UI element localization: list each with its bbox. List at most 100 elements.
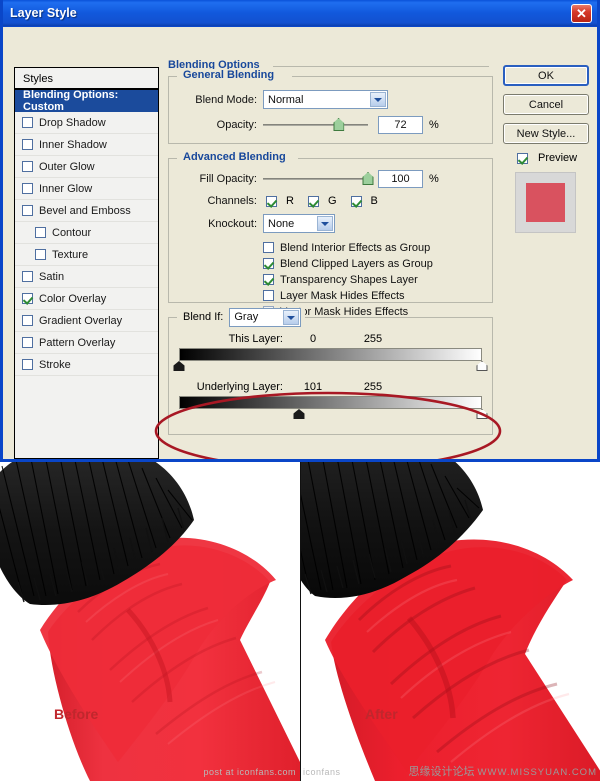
sidebar-item-texture[interactable]: Texture — [15, 244, 158, 266]
sidebar-item-color-overlay[interactable]: Color Overlay — [15, 288, 158, 310]
checkbox-blend-interior-effects[interactable] — [263, 242, 274, 253]
checkbox-inner-shadow[interactable] — [22, 139, 33, 150]
channel-b[interactable]: B — [348, 195, 378, 207]
chevron-down-icon[interactable] — [317, 216, 333, 231]
knockout-value: None — [268, 217, 295, 230]
underlying-layer-row: Underlying Layer: 101 255 — [179, 381, 482, 393]
sidebar-item-inner-shadow[interactable]: Inner Shadow — [15, 134, 158, 156]
checkbox-gradient-overlay[interactable] — [22, 315, 33, 326]
sidebar-item-blending-options[interactable]: Blending Options: Custom — [15, 89, 158, 113]
knockout-select[interactable]: None — [263, 214, 335, 233]
chevron-down-icon[interactable] — [283, 310, 300, 325]
sidebar-item-satin[interactable]: Satin — [15, 266, 158, 288]
close-icon[interactable]: ✕ — [571, 3, 592, 23]
ok-button[interactable]: OK — [503, 65, 589, 86]
underlying-layer-black-value: 101 — [303, 381, 323, 393]
checkbox-layer-mask-hides-effects[interactable] — [263, 290, 274, 301]
checkbox-texture[interactable] — [35, 249, 46, 260]
checkbox-satin[interactable] — [22, 271, 33, 282]
underlying-layer-black-slider[interactable] — [293, 409, 305, 419]
underlying-layer-white-value: 255 — [363, 381, 383, 393]
advanced-blending-group: Advanced Blending Fill Opacity: 100 % Ch… — [168, 151, 493, 318]
blend-if-channel-select[interactable]: Gray — [229, 308, 302, 327]
checkbox-channel-b[interactable] — [350, 195, 362, 207]
checkbox-stroke[interactable] — [22, 359, 33, 370]
this-layer-stops — [173, 361, 488, 373]
channel-r[interactable]: R — [263, 195, 294, 207]
this-layer-black-slider[interactable] — [173, 361, 185, 371]
option-blend-interior-effects[interactable]: Blend Interior Effects as Group — [263, 240, 482, 255]
this-layer-white-slider[interactable] — [476, 361, 488, 371]
sidebar-item-outer-glow[interactable]: Outer Glow — [15, 156, 158, 178]
underlying-layer-gradient-bar — [179, 396, 482, 409]
preview-toggle[interactable]: Preview — [513, 152, 593, 164]
sidebar-item-bevel-and-emboss[interactable]: Bevel and Emboss — [15, 200, 158, 222]
sidebar-item-label: Pattern Overlay — [39, 336, 116, 349]
knockout-label: Knockout: — [208, 217, 257, 230]
option-layer-mask-hides-effects[interactable]: Layer Mask Hides Effects — [263, 288, 482, 303]
checkbox-channel-r[interactable] — [266, 195, 277, 207]
option-blend-clipped-layers[interactable]: Blend Clipped Layers as Group — [263, 256, 482, 271]
checkbox-drop-shadow[interactable] — [22, 117, 33, 128]
channel-b-label: B — [370, 195, 378, 207]
sidebar-item-inner-glow[interactable]: Inner Glow — [15, 178, 158, 200]
underlying-layer-label: Underlying Layer: — [196, 381, 283, 393]
channels-row: Channels: R G B — [179, 195, 482, 207]
chevron-down-icon[interactable] — [370, 92, 386, 107]
this-layer-row: This Layer: 0 255 — [179, 333, 482, 345]
watermark-left: post at iconfans.com — [203, 767, 296, 777]
sidebar-item-label: Inner Shadow — [39, 138, 107, 151]
option-transparency-shapes-layer[interactable]: Transparency Shapes Layer — [263, 272, 482, 287]
checkbox-preview[interactable] — [517, 152, 528, 164]
checkbox-inner-glow[interactable] — [22, 183, 33, 194]
sidebar-item-drop-shadow[interactable]: Drop Shadow — [15, 112, 158, 134]
blend-mode-value: Normal — [268, 93, 304, 106]
this-layer-label: This Layer: — [228, 333, 283, 345]
option-label: Blend Clipped Layers as Group — [280, 257, 433, 270]
sidebar-item-contour[interactable]: Contour — [15, 222, 158, 244]
underlying-layer-white-slider[interactable] — [476, 409, 488, 419]
styles-header: Styles — [15, 68, 158, 90]
general-blending-title: General Blending — [179, 69, 279, 82]
opacity-slider-knob[interactable] — [333, 118, 345, 131]
option-label: Layer Mask Hides Effects — [280, 289, 405, 302]
fill-opacity-slider[interactable] — [263, 172, 374, 186]
blend-mode-select[interactable]: Normal — [263, 90, 388, 109]
fill-opacity-input[interactable]: 100 — [378, 170, 423, 188]
checkbox-outer-glow[interactable] — [22, 161, 33, 172]
checkbox-color-overlay[interactable] — [22, 293, 33, 304]
styles-panel: Styles Blending Options: Custom Drop Sha… — [14, 67, 159, 459]
blend-if-label: Blend If: — [183, 311, 224, 323]
checkbox-contour[interactable] — [35, 227, 46, 238]
fill-opacity-slider-knob[interactable] — [362, 172, 374, 185]
channel-g-label: G — [327, 195, 337, 207]
fill-opacity-label: Fill Opacity: — [199, 173, 257, 185]
checkbox-bevel-and-emboss[interactable] — [22, 205, 33, 216]
sidebar-item-stroke[interactable]: Stroke — [15, 354, 158, 376]
opacity-label: Opacity: — [216, 119, 257, 131]
checkbox-pattern-overlay[interactable] — [22, 337, 33, 348]
blend-mode-label: Blend Mode: — [195, 93, 257, 106]
checkbox-channel-g[interactable] — [307, 195, 319, 207]
sidebar-item-gradient-overlay[interactable]: Gradient Overlay — [15, 310, 158, 332]
opacity-slider[interactable] — [263, 118, 368, 132]
sidebar-item-pattern-overlay[interactable]: Pattern Overlay — [15, 332, 158, 354]
blend-if-channel-value: Gray — [234, 311, 259, 323]
channel-g[interactable]: G — [305, 195, 337, 207]
dialog-body: Styles Blending Options: Custom Drop Sha… — [3, 27, 597, 459]
new-style-button[interactable]: New Style... — [503, 123, 589, 144]
opacity-input[interactable]: 72 — [378, 116, 423, 134]
sidebar-item-label: Inner Glow — [39, 182, 93, 195]
sidebar-item-label: Satin — [39, 270, 65, 283]
fill-opacity-row: Fill Opacity: 100 % — [179, 170, 482, 188]
blend-if-group: Blend If: Gray This Layer: 0 255 Underly… — [168, 308, 493, 435]
checkbox-blend-clipped-layers[interactable] — [263, 258, 274, 269]
checkbox-transparency-shapes-layer[interactable] — [263, 274, 274, 285]
blend-if-legend: Blend If: Gray — [179, 308, 306, 327]
sidebar-item-label: Bevel and Emboss — [39, 204, 131, 217]
cancel-button[interactable]: Cancel — [503, 94, 589, 115]
layer-style-dialog: Layer Style ✕ Styles Blending Options: C… — [0, 0, 600, 462]
before-after-comparison: Before post at iconfans.com After iconfa… — [0, 462, 600, 781]
sidebar-item-label: Outer Glow — [39, 160, 95, 173]
this-layer-gradient-bar — [179, 348, 482, 361]
